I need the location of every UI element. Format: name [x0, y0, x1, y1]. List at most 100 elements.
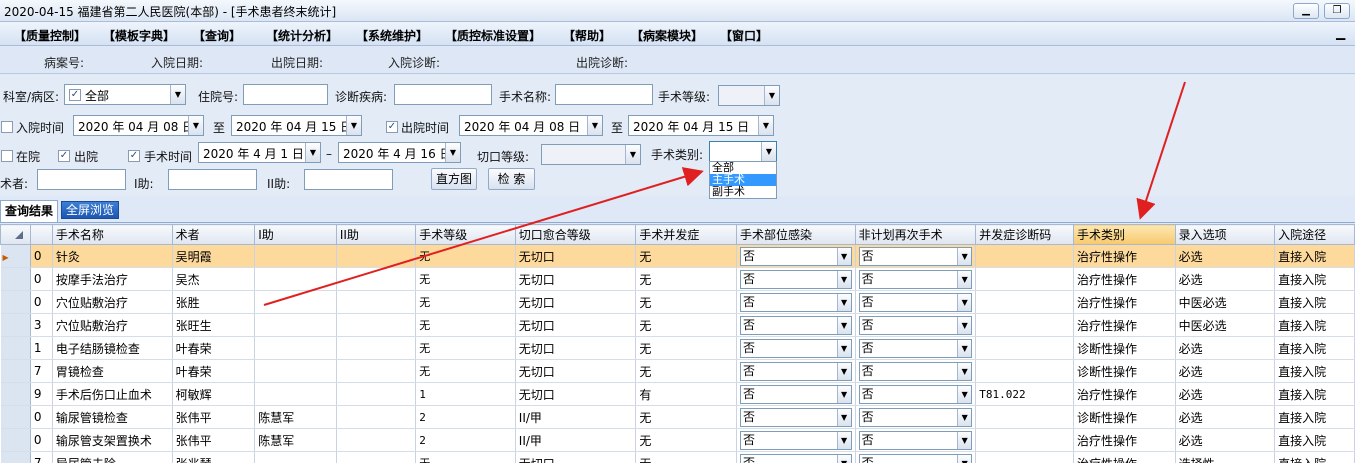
- op-level-select[interactable]: ▼: [718, 85, 780, 106]
- histogram-button[interactable]: 直方图: [431, 168, 477, 190]
- discharged-checkbox[interactable]: ✓: [58, 150, 70, 162]
- unplanned-reop-cell[interactable]: 否 ▼: [855, 382, 977, 406]
- in-hospital-checkbox[interactable]: [1, 150, 13, 162]
- site-infection-cell[interactable]: 否 ▼: [736, 244, 856, 268]
- op-type-select[interactable]: ▼: [709, 141, 777, 162]
- row-header[interactable]: [0, 405, 31, 429]
- admit-from-date[interactable]: 2020 年 04 月 08 日 ▼: [73, 115, 204, 136]
- row-header[interactable]: [0, 267, 31, 291]
- unplanned-reop-select[interactable]: 否 ▼: [858, 269, 973, 289]
- diagnosis-input[interactable]: [394, 84, 492, 105]
- menu-query[interactable]: 【查询】: [193, 27, 241, 44]
- unplanned-reop-select[interactable]: 否 ▼: [858, 453, 973, 463]
- col-assist2[interactable]: II助: [335, 224, 417, 245]
- col-surgeon[interactable]: 术者: [171, 224, 256, 245]
- col-assist1[interactable]: I助: [254, 224, 337, 245]
- admit-to-date[interactable]: 2020 年 04 月 15 日 ▼: [231, 115, 362, 136]
- unplanned-reop-select[interactable]: 否 ▼: [858, 384, 973, 404]
- minimize-button[interactable]: ▁: [1293, 3, 1319, 19]
- admit-time-checkbox[interactable]: [1, 121, 13, 133]
- site-infection-cell[interactable]: 否 ▼: [736, 451, 856, 463]
- dept-checkbox[interactable]: ✓: [69, 89, 81, 101]
- table-row[interactable]: 7导尿管去除张兆琴无无切口无否▼否▼治疗性操作选择性直接入院: [0, 451, 1355, 463]
- site-infection-select[interactable]: 否 ▼: [739, 384, 852, 404]
- site-infection-cell[interactable]: 否 ▼: [736, 336, 856, 360]
- row-header[interactable]: [0, 359, 31, 383]
- unplanned-reop-cell[interactable]: 否 ▼: [855, 244, 977, 268]
- op-time-checkbox[interactable]: ✓: [128, 150, 140, 162]
- unplanned-reop-cell[interactable]: 否 ▼: [855, 290, 977, 314]
- unplanned-reop-select[interactable]: 否 ▼: [858, 315, 973, 335]
- dept-select[interactable]: ✓ 全部 ▼: [64, 84, 186, 105]
- site-infection-select[interactable]: 否 ▼: [739, 361, 852, 381]
- col-site-infection[interactable]: 手术部位感染: [735, 224, 856, 245]
- unplanned-reop-select[interactable]: 否 ▼: [858, 361, 973, 381]
- menu-window[interactable]: 【窗口】: [720, 27, 768, 44]
- col-admission-route[interactable]: 入院途径: [1274, 224, 1355, 245]
- col-op-level[interactable]: 手术等级: [415, 224, 516, 245]
- unplanned-reop-cell[interactable]: 否 ▼: [855, 428, 977, 452]
- discharge-from-date[interactable]: 2020 年 04 月 08 日 ▼: [459, 115, 603, 136]
- menu-help[interactable]: 【帮助】: [563, 27, 611, 44]
- site-infection-select[interactable]: 否 ▼: [739, 430, 852, 450]
- corner-header[interactable]: [0, 224, 31, 245]
- assist2-input[interactable]: [304, 169, 393, 190]
- unplanned-reop-select[interactable]: 否 ▼: [858, 338, 973, 358]
- op-type-option-secondary[interactable]: 副手术: [710, 186, 776, 198]
- col-index[interactable]: [29, 224, 53, 245]
- row-header[interactable]: [0, 336, 31, 360]
- search-button[interactable]: 检 索: [488, 168, 535, 190]
- unplanned-reop-cell[interactable]: 否 ▼: [855, 451, 977, 463]
- site-infection-cell[interactable]: 否 ▼: [736, 267, 856, 291]
- row-header[interactable]: [0, 451, 31, 463]
- op-to-date[interactable]: 2020 年 4 月 16 日 ▼: [338, 142, 461, 163]
- unplanned-reop-select[interactable]: 否 ▼: [858, 292, 973, 312]
- col-op-name[interactable]: 手术名称: [51, 224, 173, 245]
- discharge-to-date[interactable]: 2020 年 04 月 15 日 ▼: [628, 115, 774, 136]
- site-infection-select[interactable]: 否 ▼: [739, 453, 852, 463]
- op-from-date[interactable]: 2020 年 4 月 1 日 ▼: [198, 142, 321, 163]
- menu-system-maintenance[interactable]: 【系统维护】: [356, 27, 428, 44]
- unplanned-reop-cell[interactable]: 否 ▼: [855, 336, 977, 360]
- site-infection-select[interactable]: 否 ▼: [739, 269, 852, 289]
- menu-template-dictionary[interactable]: 【模板字典】: [103, 27, 175, 44]
- col-healing-level[interactable]: 切口愈合等级: [514, 224, 637, 245]
- tab-results[interactable]: 查询结果: [0, 200, 59, 222]
- surgeon-input[interactable]: [37, 169, 126, 190]
- table-row[interactable]: 3 穴位贴敷治疗 张旺生无无切口无否 ▼ 否 ▼ 治疗性操作 中医必选 直接入院: [0, 313, 1355, 337]
- menu-case-module[interactable]: 【病案模块】: [631, 27, 703, 44]
- site-infection-cell[interactable]: 否 ▼: [736, 290, 856, 314]
- fullscreen-button[interactable]: 全屏浏览: [61, 201, 120, 219]
- site-infection-cell[interactable]: 否 ▼: [736, 359, 856, 383]
- incision-select[interactable]: ▼: [541, 144, 641, 165]
- col-op-type[interactable]: 手术类别: [1073, 224, 1176, 245]
- inpatient-no-input[interactable]: [243, 84, 328, 105]
- site-infection-cell[interactable]: 否 ▼: [736, 382, 856, 406]
- unplanned-reop-cell[interactable]: 否 ▼: [855, 313, 977, 337]
- restore-button[interactable]: ❐: [1324, 3, 1350, 19]
- table-row[interactable]: 1 电子结肠镜检查 叶春荣无无切口无否 ▼ 否 ▼ 诊断性操作 必选 直接入院: [0, 336, 1355, 360]
- op-name-input[interactable]: [555, 84, 653, 105]
- site-infection-cell[interactable]: 否 ▼: [736, 313, 856, 337]
- table-row[interactable]: 9 手术后伤口止血术 柯敏辉 1 无切口有否 ▼ 否 ▼ T81.022 治疗性操作 必选 直接入院: [0, 382, 1355, 406]
- row-header[interactable]: ▶: [0, 244, 31, 268]
- site-infection-select[interactable]: 否 ▼: [739, 246, 852, 266]
- unplanned-reop-select[interactable]: 否 ▼: [858, 246, 973, 266]
- col-unplanned-reop[interactable]: 非计划再次手术: [854, 224, 977, 245]
- row-header[interactable]: [0, 382, 31, 406]
- menu-quality-control[interactable]: 【质量控制】: [14, 27, 86, 44]
- discharge-time-checkbox[interactable]: ✓: [386, 121, 398, 133]
- col-complication[interactable]: 手术并发症: [635, 224, 737, 245]
- unplanned-reop-cell[interactable]: 否 ▼: [855, 267, 977, 291]
- menu-close-icon[interactable]: ▁: [1336, 26, 1345, 40]
- table-row[interactable]: 0 穴位贴敷治疗 张胜无无切口无否 ▼ 否 ▼ 治疗性操作 中医必选 直接入院: [0, 290, 1355, 314]
- menu-statistics[interactable]: 【统计分析】: [266, 27, 338, 44]
- row-header[interactable]: [0, 428, 31, 452]
- col-entry-option[interactable]: 录入选项: [1174, 224, 1276, 245]
- table-row[interactable]: ▶ 0 针灸 吴明霞无无切口无否 ▼ 否 ▼ 治疗性操作 必选 直接入院: [0, 244, 1355, 268]
- site-infection-select[interactable]: 否 ▼: [739, 407, 852, 427]
- assist1-input[interactable]: [168, 169, 257, 190]
- table-row[interactable]: 0 输尿管支架置换术 张伟平 陈慧军 2 II/甲无否 ▼ 否 ▼ 治疗性操作 必选 直接入院: [0, 428, 1355, 452]
- row-header[interactable]: [0, 290, 31, 314]
- site-infection-select[interactable]: 否 ▼: [739, 315, 852, 335]
